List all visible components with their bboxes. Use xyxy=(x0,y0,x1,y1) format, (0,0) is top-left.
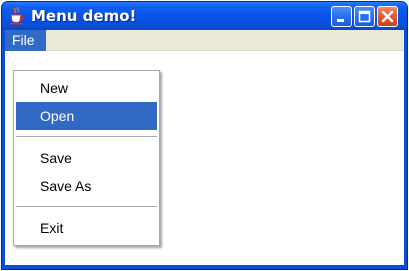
file-dropdown-menu: New Open Save Save As Exit xyxy=(13,70,160,246)
window-title: Menu demo! xyxy=(31,7,137,25)
menu-separator xyxy=(16,206,157,208)
menu-item-save-as[interactable]: Save As xyxy=(16,172,157,200)
maximize-button[interactable] xyxy=(354,6,375,27)
menu-item-exit[interactable]: Exit xyxy=(16,214,157,242)
menu-bar: File xyxy=(5,30,404,51)
title-bar[interactable]: Menu demo! xyxy=(2,2,407,30)
close-icon xyxy=(381,10,394,23)
close-button[interactable] xyxy=(377,6,398,27)
minimize-button[interactable] xyxy=(331,6,352,27)
menu-separator xyxy=(16,136,157,138)
maximize-icon xyxy=(358,10,371,23)
menu-item-save[interactable]: Save xyxy=(16,144,157,172)
menu-item-new[interactable]: New xyxy=(16,74,157,102)
java-cup-icon xyxy=(9,6,25,25)
minimize-icon xyxy=(337,19,344,22)
menu-item-open[interactable]: Open xyxy=(16,102,157,130)
menu-file[interactable]: File xyxy=(5,30,46,51)
